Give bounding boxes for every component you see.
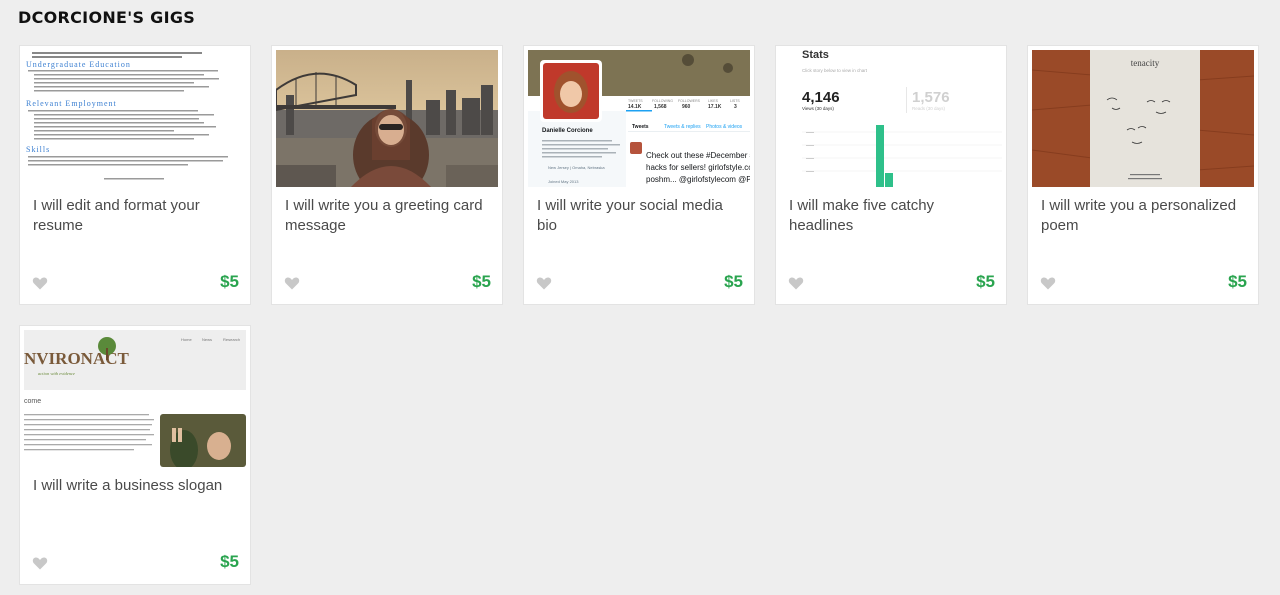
views-count: 4,146 — [802, 89, 840, 106]
stat-label: FOLLOWING — [652, 99, 673, 103]
gig-title[interactable]: I will make five catchy headlines — [789, 196, 994, 236]
section-title: DCORCIONE'S GIGS — [18, 8, 196, 27]
gig-title[interactable]: I will write you a greeting card message — [285, 196, 490, 236]
stat-value: 14.1K — [628, 104, 642, 110]
gig-card[interactable]: I will write you a greeting card message… — [271, 45, 503, 305]
stat-value: 3 — [734, 104, 737, 110]
stats-hint: Click story below to view in chart — [802, 68, 868, 73]
gig-card[interactable]: tenacity I will write you a personalized… — [1027, 45, 1259, 305]
views-label: Views (30 days) — [802, 106, 834, 111]
resume-heading: Relevant Employment — [26, 99, 117, 108]
site-nav-item: Research — [223, 337, 240, 342]
poem-title: tenacity — [1131, 58, 1160, 68]
gig-price: $5 — [1228, 272, 1247, 291]
logo-tagline: action with evidence — [38, 371, 75, 376]
gig-card[interactable]: TWEETS FOLLOWING FOLLOWERS LIKES LISTS 1… — [523, 45, 755, 305]
gig-title[interactable]: I will write a business slogan — [33, 476, 238, 496]
stat-label: TWEETS — [628, 99, 643, 103]
tweet-text: poshm... @girlofstylecom @Po — [646, 175, 750, 184]
resume-heading: Skills — [26, 145, 50, 154]
profile-joined: Joined May 2013 — [548, 179, 579, 184]
gig-price: $5 — [220, 272, 239, 291]
stat-value: 1,568 — [654, 104, 667, 110]
gig-thumbnail[interactable]: TWEETS FOLLOWING FOLLOWERS LIKES LISTS 1… — [528, 50, 750, 187]
stat-label: FOLLOWERS — [678, 99, 701, 103]
gig-card[interactable]: NVIRONACT action with evidence Home News… — [19, 325, 251, 585]
gig-title[interactable]: I will write your social media bio — [537, 196, 742, 236]
tab-replies: Tweets & replies — [664, 124, 701, 130]
reads-label: Reads (30 days) — [912, 106, 946, 111]
stats-heading: Stats — [802, 50, 829, 61]
gig-thumbnail[interactable]: Stats Click story below to view in chart… — [780, 50, 1002, 187]
gig-price: $5 — [724, 272, 743, 291]
stat-value: 17.1K — [708, 104, 722, 110]
site-nav-item: News — [202, 337, 212, 342]
stat-label: LIKES — [708, 99, 719, 103]
site-nav-item: Home — [181, 337, 192, 342]
heart-icon[interactable] — [788, 275, 804, 291]
tab-photos: Photos & videos — [706, 124, 743, 130]
reads-count: 1,576 — [912, 89, 950, 106]
gig-title[interactable]: I will write you a personalized poem — [1041, 196, 1246, 236]
heart-icon[interactable] — [1040, 275, 1056, 291]
heart-icon[interactable] — [32, 555, 48, 571]
tweet-text: hacks for sellers! girlofstyle.com — [646, 163, 750, 172]
tweet-text: Check out these #December # — [646, 151, 750, 160]
heart-icon[interactable] — [284, 275, 300, 291]
profile-name: Danielle Corcione — [542, 128, 593, 134]
resume-heading: Undergraduate Education — [26, 60, 131, 69]
stat-value: 960 — [682, 104, 691, 110]
profile-location: New Jersey | Omaha, Nebraska — [548, 165, 605, 170]
gig-title[interactable]: I will edit and format your resume — [33, 196, 238, 236]
welcome-heading: come — [24, 398, 41, 405]
gig-price: $5 — [220, 552, 239, 571]
gig-thumbnail[interactable]: NVIRONACT action with evidence Home News… — [24, 330, 246, 467]
stat-label: LISTS — [730, 99, 740, 103]
tab-tweets: Tweets — [632, 124, 649, 130]
heart-icon[interactable] — [32, 275, 48, 291]
gig-thumbnail[interactable] — [276, 50, 498, 187]
gig-price: $5 — [976, 272, 995, 291]
gig-thumbnail[interactable]: tenacity — [1032, 50, 1254, 187]
heart-icon[interactable] — [536, 275, 552, 291]
gig-price: $5 — [472, 272, 491, 291]
gig-card[interactable]: Undergraduate Education Relevant Employm… — [19, 45, 251, 305]
gig-card[interactable]: Stats Click story below to view in chart… — [775, 45, 1007, 305]
gig-thumbnail[interactable]: Undergraduate Education Relevant Employm… — [24, 50, 246, 187]
